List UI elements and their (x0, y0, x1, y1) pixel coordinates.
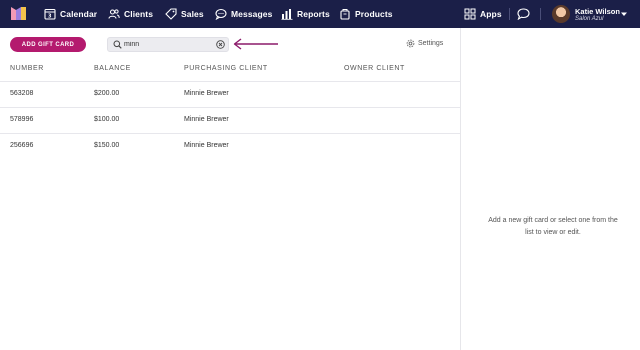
calendar-icon: 3 (44, 8, 56, 20)
nav-reports-label: Reports (297, 9, 330, 19)
clients-icon (108, 9, 120, 19)
column-header-balance: BALANCE (94, 65, 131, 72)
nav-products[interactable]: Products (339, 0, 393, 28)
chat-icon[interactable] (517, 8, 530, 20)
nav-calendar-label: Calendar (60, 9, 98, 19)
messages-icon (215, 8, 227, 20)
cell-number: 256696 (10, 142, 34, 149)
svg-text:3: 3 (48, 14, 52, 20)
table-row[interactable]: 563208 $200.00 Minnie Brewer (0, 81, 460, 107)
top-nav: 3 Calendar Clients Sales Messages Report… (0, 0, 640, 28)
apps-grid-icon (464, 8, 476, 20)
cell-number: 578996 (10, 116, 34, 123)
cell-purchasing-client: Minnie Brewer (184, 142, 229, 149)
column-header-owner-client: OWNER CLIENT (344, 65, 405, 72)
nav-apps-label: Apps (480, 9, 502, 19)
nav-apps[interactable]: Apps (464, 0, 502, 28)
gift-card-list-panel: ADD GIFT CARD Settings NUMBER BALANCE PU… (0, 28, 460, 350)
app-logo-icon[interactable] (11, 7, 26, 20)
settings-button[interactable]: Settings (406, 39, 443, 48)
user-name[interactable]: Katie Wilson (575, 7, 620, 16)
nav-divider (540, 8, 541, 20)
search-icon (113, 40, 122, 49)
cell-balance: $100.00 (94, 116, 120, 123)
gear-icon (406, 39, 415, 48)
nav-sales[interactable]: Sales (165, 0, 204, 28)
column-header-number: NUMBER (10, 65, 44, 72)
cell-purchasing-client: Minnie Brewer (184, 90, 229, 97)
products-icon (340, 9, 350, 20)
chevron-down-icon[interactable] (621, 11, 627, 17)
reports-icon (281, 9, 293, 20)
user-avatar[interactable] (552, 5, 570, 23)
nav-messages[interactable]: Messages (215, 0, 272, 28)
add-gift-card-button[interactable]: ADD GIFT CARD (10, 37, 86, 52)
nav-calendar[interactable]: 3 Calendar (44, 0, 97, 28)
cell-balance: $150.00 (94, 142, 120, 149)
clear-search-icon[interactable] (216, 40, 225, 49)
nav-products-label: Products (355, 9, 393, 19)
settings-label: Settings (418, 40, 444, 47)
cell-balance: $200.00 (94, 90, 120, 97)
annotation-arrow-icon (233, 38, 278, 50)
nav-sales-label: Sales (181, 9, 204, 19)
search-input[interactable] (124, 39, 214, 50)
nav-messages-label: Messages (231, 9, 273, 19)
cell-purchasing-client: Minnie Brewer (184, 116, 229, 123)
nav-reports[interactable]: Reports (281, 0, 330, 28)
table-row[interactable]: 256696 $150.00 Minnie Brewer (0, 133, 460, 159)
nav-divider (509, 8, 510, 20)
table-row[interactable]: 578996 $100.00 Minnie Brewer (0, 107, 460, 133)
gift-card-detail-panel: Add a new gift card or select one from t… (460, 28, 640, 350)
user-location[interactable]: Salon Azul (575, 16, 603, 22)
nav-clients-label: Clients (124, 9, 154, 19)
search-box[interactable] (107, 37, 229, 52)
nav-clients[interactable]: Clients (108, 0, 153, 28)
empty-state-message: Add a new gift card or select one from t… (488, 217, 618, 236)
column-header-purchasing-client: PURCHASING CLIENT (184, 65, 268, 72)
tag-icon (165, 8, 177, 20)
cell-number: 563208 (10, 90, 34, 97)
